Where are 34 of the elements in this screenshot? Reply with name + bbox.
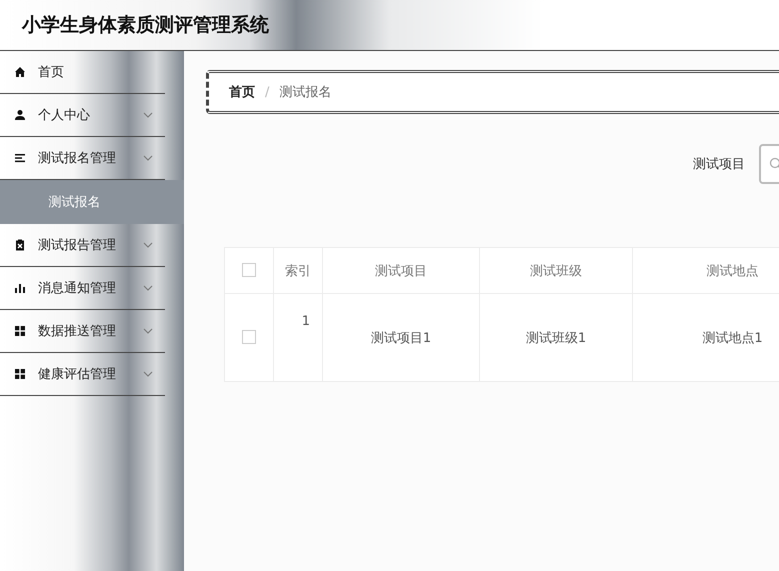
chevron-icon xyxy=(143,155,153,161)
bar-chart-icon xyxy=(14,282,26,294)
app-title: 小学生身体素质测评管理系统 xyxy=(22,13,269,38)
sidebar-item[interactable]: 数据推送管理 xyxy=(0,310,165,353)
chevron-icon xyxy=(143,112,153,118)
chevron-icon xyxy=(143,328,153,334)
row-checkbox[interactable] xyxy=(242,330,256,344)
table-cell: 测试项目1 xyxy=(322,294,480,382)
grid-icon xyxy=(14,368,26,380)
search-icon xyxy=(769,157,779,171)
column-header: 测试地点 xyxy=(632,248,779,294)
chevron-icon xyxy=(143,371,153,377)
clipboard-icon xyxy=(14,239,26,251)
chevron-icon xyxy=(143,242,153,248)
grid-icon xyxy=(14,325,26,337)
column-header: 索引 xyxy=(274,248,322,294)
sidebar-item[interactable]: 个人中心 xyxy=(0,94,165,137)
home-icon xyxy=(14,66,26,78)
column-header: 测试班级 xyxy=(480,248,632,294)
select-all-checkbox[interactable] xyxy=(242,263,256,278)
breadcrumb-link[interactable]: 测试报名 xyxy=(279,83,332,101)
breadcrumb-separator: / xyxy=(265,84,270,100)
list-icon xyxy=(14,152,26,164)
sidebar-item[interactable]: 健康评估管理 xyxy=(0,353,165,396)
chevron-icon xyxy=(143,285,153,291)
table-cell: 1 xyxy=(274,294,322,382)
column-header: 测试项目 xyxy=(322,248,480,294)
sidebar-item[interactable]: 消息通知管理 xyxy=(0,267,165,310)
user-icon xyxy=(14,109,26,121)
sidebar-item[interactable]: 测试报告管理 xyxy=(0,224,165,267)
search-label: 测试项目 xyxy=(693,156,745,173)
breadcrumb-link[interactable]: 首页 xyxy=(229,83,255,101)
table-cell: 测试班级1 xyxy=(480,294,632,382)
sidebar-item[interactable]: 首页 xyxy=(0,51,165,94)
